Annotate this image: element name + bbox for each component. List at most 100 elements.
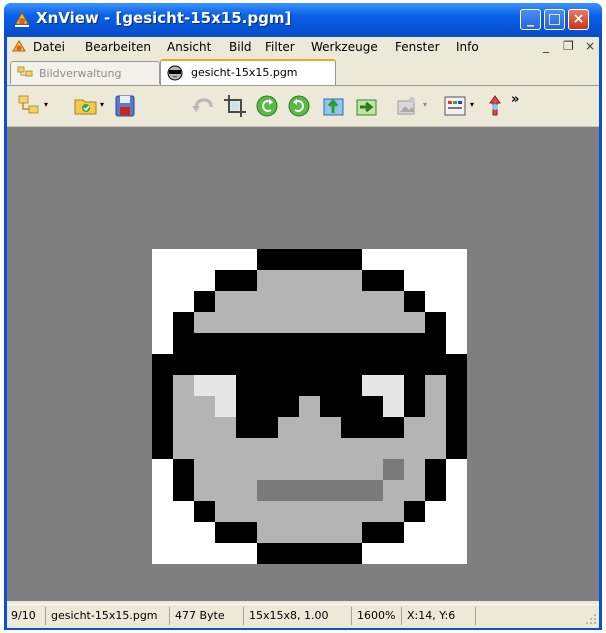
menu-bild[interactable]: Bild [229, 40, 252, 54]
pixel [404, 291, 426, 313]
app-window: XnView - [gesicht-15x15.pgm] _ □ × Datei… [4, 3, 602, 630]
pixel [425, 291, 447, 313]
window-title: XnView - [gesicht-15x15.pgm] [36, 9, 292, 27]
pixel [194, 396, 216, 418]
pixel [362, 291, 384, 313]
pixel [446, 375, 467, 397]
pixel [299, 396, 321, 418]
document-icon[interactable] [11, 39, 27, 55]
image-viewer[interactable] [7, 127, 599, 601]
pixel [404, 354, 426, 376]
tab-image[interactable]: gesicht-15x15.pgm [160, 59, 336, 85]
status-separator [351, 607, 352, 625]
pixel [215, 438, 237, 460]
adjust-dropdown-icon[interactable]: ▾ [470, 101, 477, 109]
pixel [152, 543, 174, 564]
pixel [236, 501, 258, 523]
status-cursor: X:14, Y:6 [407, 609, 456, 622]
pixel [173, 270, 195, 292]
toolbar-overflow-icon[interactable]: » [511, 92, 519, 107]
pixel [299, 375, 321, 397]
tab-bildverwaltung-label: Bildverwaltung [39, 67, 122, 80]
resize-grip-icon[interactable] [585, 613, 597, 625]
menu-ansicht[interactable]: Ansicht [167, 40, 211, 54]
menu-filter[interactable]: Filter [265, 40, 295, 54]
tab-image-label: gesicht-15x15.pgm [191, 66, 298, 79]
pixel [278, 270, 300, 292]
pixel [446, 312, 467, 334]
pixel [383, 501, 405, 523]
pixel [341, 480, 363, 502]
pixel [215, 417, 237, 439]
xnview-logo-icon [15, 11, 29, 27]
menu-datei[interactable]: Datei [33, 40, 65, 54]
close-button[interactable]: × [568, 9, 589, 30]
mdi-minimize-button[interactable]: _ [543, 39, 549, 53]
rotate-left-icon[interactable] [254, 93, 280, 119]
pixel [383, 312, 405, 334]
pixel [446, 291, 467, 313]
pixel [425, 438, 447, 460]
pixel [341, 270, 363, 292]
adjust-icon[interactable] [442, 93, 468, 119]
pixel [236, 480, 258, 502]
pixel [215, 396, 237, 418]
pixel [215, 459, 237, 481]
undo-icon[interactable] [190, 93, 216, 119]
pixel [299, 333, 321, 355]
slideshow-icon[interactable] [394, 93, 420, 119]
crop-icon[interactable] [222, 93, 248, 119]
mdi-restore-button[interactable]: ❐ [563, 39, 574, 53]
pixel [257, 438, 279, 460]
pixel [278, 249, 300, 271]
tab-bildverwaltung[interactable]: Bildverwaltung [10, 61, 160, 84]
minimize-button[interactable]: _ [520, 9, 541, 30]
pixel [341, 396, 363, 418]
slideshow-dropdown-icon[interactable]: ▾ [423, 101, 430, 109]
mdi-close-button[interactable]: × [585, 39, 595, 53]
pixel [152, 417, 174, 439]
pixel [446, 501, 467, 523]
pixel [383, 270, 405, 292]
pixel [257, 459, 279, 481]
save-icon[interactable] [112, 93, 138, 119]
pixel [152, 522, 174, 544]
export-icon[interactable] [321, 93, 347, 119]
pixel [425, 501, 447, 523]
pixel [236, 312, 258, 334]
pixel [278, 522, 300, 544]
menu-info[interactable]: Info [456, 40, 479, 54]
menu-fenster[interactable]: Fenster [395, 40, 440, 54]
pixel [404, 396, 426, 418]
pixel [404, 312, 426, 334]
pixel [299, 522, 321, 544]
convert-icon[interactable] [354, 93, 380, 119]
pixel [341, 543, 363, 564]
pixel [215, 543, 237, 564]
open-folder-icon[interactable] [73, 93, 99, 119]
pixel [341, 354, 363, 376]
status-zoom: 1600% [357, 609, 396, 622]
pixel [173, 480, 195, 502]
browser-icon[interactable] [16, 93, 42, 119]
pixel [362, 417, 384, 439]
pixel [341, 312, 363, 334]
pixel [173, 543, 195, 564]
menu-bearbeiten[interactable]: Bearbeiten [85, 40, 151, 54]
pixel [299, 417, 321, 439]
maximize-button[interactable]: □ [544, 9, 565, 30]
rotate-right-icon[interactable] [286, 93, 312, 119]
pixel [320, 396, 342, 418]
open-dropdown-icon[interactable]: ▾ [100, 101, 107, 109]
pixel [383, 291, 405, 313]
pixel [320, 459, 342, 481]
menu-werkzeuge[interactable]: Werkzeuge [311, 40, 378, 54]
pixel [194, 438, 216, 460]
effects-icon[interactable] [482, 93, 508, 119]
status-separator [401, 607, 402, 625]
pixel [194, 249, 216, 271]
pixel [425, 543, 447, 564]
pixel [215, 291, 237, 313]
title-bar[interactable]: XnView - [gesicht-15x15.pgm] _ □ × [4, 3, 602, 37]
browser-dropdown-icon[interactable]: ▾ [44, 101, 51, 109]
